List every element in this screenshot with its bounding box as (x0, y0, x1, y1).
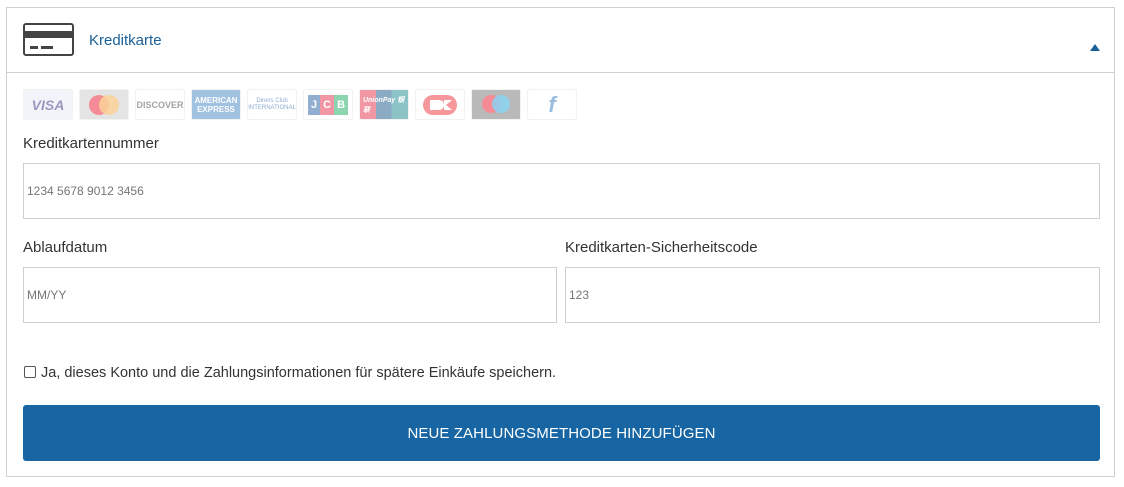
cvc-label: Kreditkarten-Sicherheitscode (565, 239, 758, 256)
expiry-input[interactable]: MM/YY (23, 267, 557, 323)
mastercard-icon (79, 89, 129, 120)
credit-card-panel: Kreditkarte VISA DISCOVER AMERICAN EXPRE… (6, 7, 1115, 477)
expiry-label: Ablaufdatum (23, 239, 108, 256)
chevron-up-icon[interactable] (1090, 38, 1100, 56)
save-payment-label[interactable]: Ja, dieses Konto und die Zahlungsinforma… (41, 365, 556, 381)
card-number-label: Kreditkartennummer (23, 135, 159, 152)
diners-club-icon: Diners Club INTERNATIONAL (247, 89, 297, 120)
panel-title[interactable]: Kreditkarte (89, 32, 162, 49)
american-express-icon: AMERICAN EXPRESS (191, 89, 241, 120)
credit-card-icon (23, 23, 74, 61)
card-number-input[interactable]: 1234 5678 9012 3456 (23, 163, 1100, 219)
cvc-input[interactable]: 123 (565, 267, 1100, 323)
visa-icon: VISA (23, 89, 73, 120)
panel-header[interactable]: Kreditkarte (7, 8, 1114, 73)
add-payment-method-button[interactable]: NEUE ZAHLUNGSMETHODE HINZUFÜGEN (23, 405, 1100, 461)
discover-icon: DISCOVER (135, 89, 185, 120)
dankort-icon (415, 89, 465, 120)
jcb-icon: J C B (303, 89, 353, 120)
save-payment-checkbox[interactable] (24, 366, 36, 378)
add-payment-method-label: NEUE ZAHLUNGSMETHODE HINZUFÜGEN (407, 424, 716, 442)
unionpay-icon: UnionPay 银联 (359, 89, 409, 120)
maestro-icon (471, 89, 521, 120)
forbrugsforeningen-icon: f (527, 89, 577, 120)
